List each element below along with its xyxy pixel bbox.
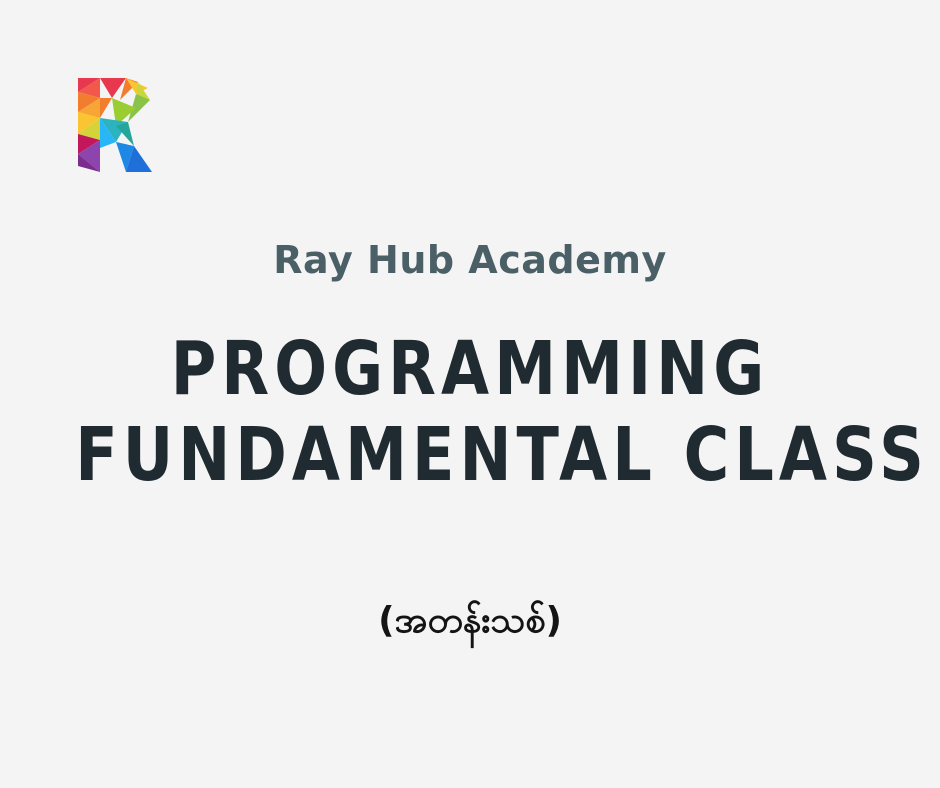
course-title: PROGRAMMING FUNDAMENTAL CLASS xyxy=(75,326,929,498)
r-letter-logo-icon xyxy=(78,78,152,172)
course-subtitle: (အတန်းသစ်) xyxy=(378,600,562,641)
academy-name: Ray Hub Academy xyxy=(273,238,667,282)
brand-logo xyxy=(78,78,152,172)
course-title-line-2: FUNDAMENTAL CLASS xyxy=(75,412,929,498)
course-title-line-1: PROGRAMMING xyxy=(170,326,770,412)
